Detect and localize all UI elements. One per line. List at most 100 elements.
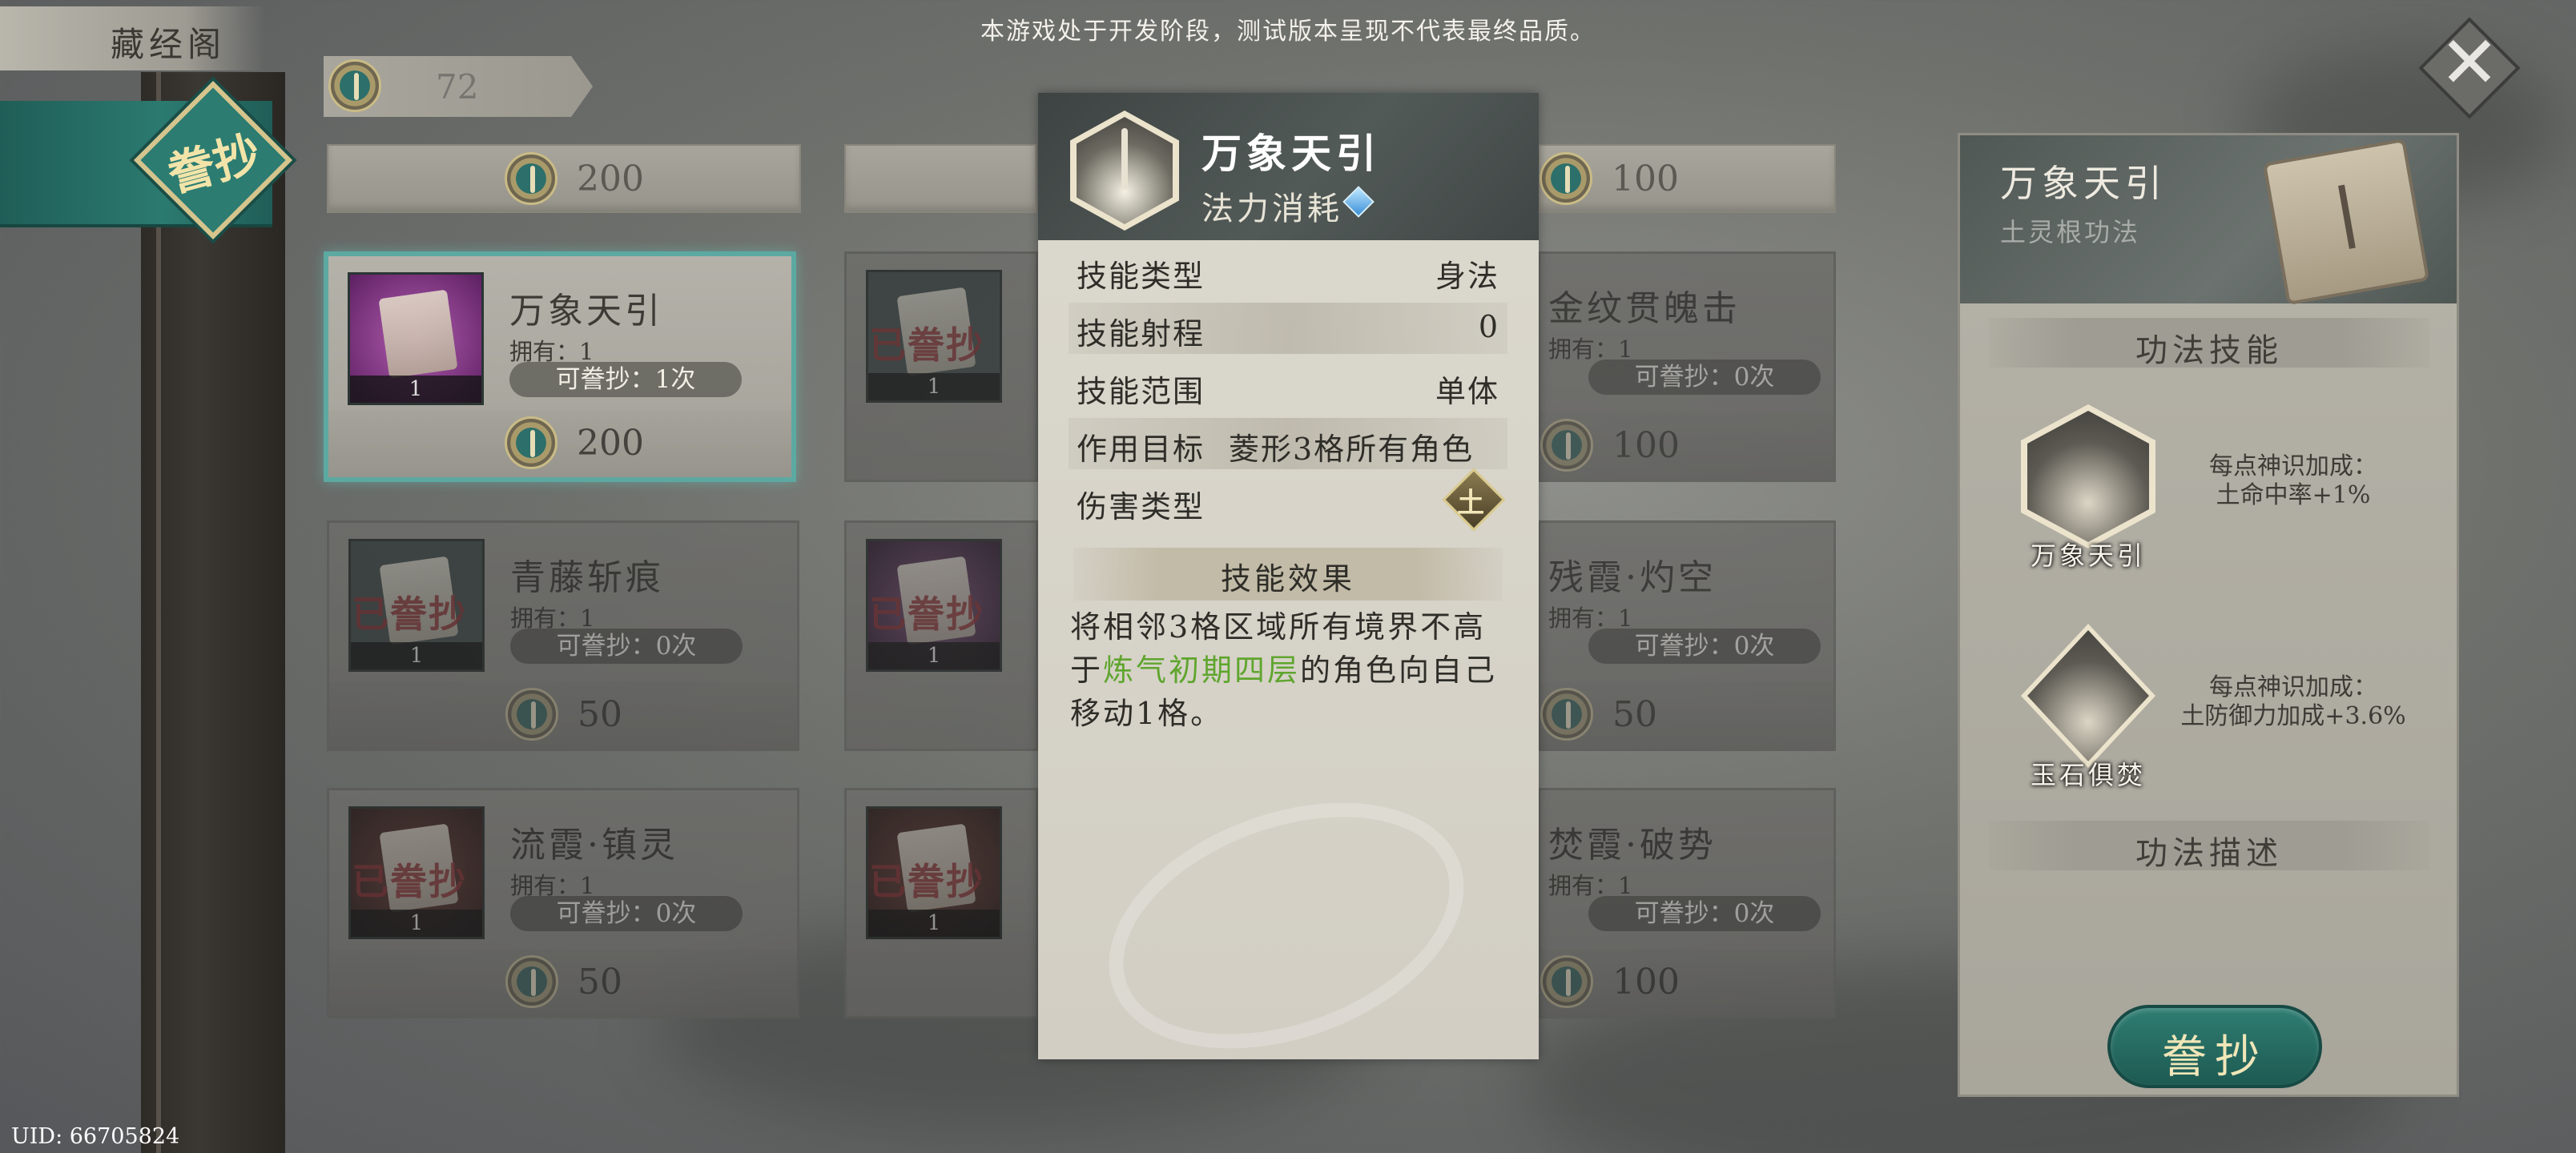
scripture-card[interactable]: 1 已誊抄 青藤斩痕 拥有：1 可誊抄：0次 50 [327, 520, 799, 751]
scripture-card[interactable]: 1 万象天引 拥有：1 可誊抄：1次 200 [324, 251, 796, 482]
scripture-card[interactable]: 焚霞·破势 拥有：1 可誊抄：0次 100 [1538, 788, 1836, 1018]
element-glyph: 土 [1457, 487, 1485, 520]
price-value: 100 [1612, 962, 1680, 1002]
scripture-card[interactable]: 残霞·灼空 拥有：1 可誊抄：0次 50 [1538, 520, 1836, 751]
dragon-watermark [1074, 757, 1499, 1095]
stat-key: 伤害类型 [1077, 489, 1205, 524]
card-copies: 可誊抄：1次 [509, 362, 742, 397]
spirit-coin-icon [505, 688, 558, 741]
currency-display: 72 [324, 56, 593, 117]
card-name: 焚霞·破势 [1548, 825, 1717, 866]
spirit-coin-icon [328, 59, 381, 112]
card-price-bar: 50 [329, 949, 797, 1016]
scripture-card[interactable]: 1 已誊抄 [844, 788, 1038, 1018]
spirit-coin-icon [1540, 688, 1593, 741]
card-price-bar: 50 [329, 681, 797, 749]
card-copies: 可誊抄：0次 [510, 896, 743, 931]
thumb-count: 1 [351, 642, 482, 669]
spirit-coin-icon [1540, 419, 1593, 472]
card-price-bar: 200 [328, 410, 791, 477]
price-bar [844, 144, 1036, 213]
copied-stamp: 已誊抄 [352, 593, 467, 636]
scroll-icon [2262, 138, 2430, 306]
mana-cost-label: 法力消耗 [1201, 191, 1342, 227]
stat-key: 技能类型 [1077, 259, 1205, 294]
price-value: 100 [1612, 425, 1680, 466]
stat-key: 技能射程 [1077, 316, 1205, 352]
copied-stamp: 已誊抄 [869, 593, 984, 636]
scripture-card[interactable]: 金纹贯魄击 拥有：1 可誊抄：0次 100 [1538, 251, 1836, 482]
desc-highlight: 炼气初期四层 [1103, 653, 1301, 688]
page-title: 藏经阁 [111, 25, 227, 64]
copied-stamp: 已誊抄 [869, 323, 984, 367]
skill-name: 万象天引 [2030, 540, 2146, 571]
price-bar: 200 [327, 144, 801, 213]
currency-amount: 72 [436, 67, 479, 106]
technique-panel: 万象天引 土灵根功法 功法技能 万象天引 每点神识加成： 土命中率+1% 玉石俱… [1958, 133, 2459, 1097]
stat-row: 作用目标 菱形3格所有角色 [1069, 418, 1507, 469]
copied-stamp: 已誊抄 [352, 860, 467, 903]
skill-bonus-line: 土命中率+1% [2216, 481, 2371, 509]
skill-bonus: 每点神识加成： 土命中率+1% [2149, 452, 2437, 510]
stat-key: 技能范围 [1077, 374, 1205, 409]
effect-header-label: 技能效果 [1220, 561, 1355, 597]
title-plate: 藏经阁 [0, 6, 264, 70]
card-price-bar: 100 [1540, 412, 1833, 480]
mana-gem-icon [1342, 186, 1375, 218]
thumb-count: 1 [350, 376, 481, 403]
thumb-count: 1 [868, 642, 1000, 669]
skill-name: 玉石俱焚 [2030, 760, 2146, 790]
dev-notice: 本游戏处于开发阶段，测试版本呈现不代表最终品质。 [980, 18, 1596, 46]
left-rail: 藏经阁 誊抄 UID: 66705824 [0, 0, 296, 1153]
pillar-groove [156, 72, 161, 1153]
close-button[interactable]: ✕ [2418, 17, 2521, 119]
stat-value: 单体 [1435, 374, 1499, 409]
skill-bonus-line: 土防御力加成+3.6% [2180, 702, 2406, 730]
technique-title: 万象天引 [2000, 162, 2167, 205]
section-header: 功法技能 [1989, 318, 2429, 369]
technique-subtitle: 土灵根功法 [2000, 217, 2141, 247]
stat-key: 作用目标 [1077, 432, 1205, 467]
price-value: 50 [578, 962, 622, 1002]
thumb-count: 1 [868, 910, 1000, 937]
card-name: 残霞·灼空 [1548, 557, 1717, 598]
stat-row: 技能范围 单体 [1069, 360, 1507, 412]
card-copies: 可誊抄：0次 [510, 629, 743, 664]
scripture-card[interactable]: 1 已誊抄 流霞·镇灵 拥有：1 可誊抄：0次 50 [327, 788, 799, 1018]
tooltip-title: 万象天引 [1201, 130, 1381, 177]
stat-value: 菱形3格所有角色 [1229, 432, 1475, 467]
price-value: 200 [577, 159, 644, 199]
section-title: 功法描述 [2135, 835, 2283, 872]
scripture-card[interactable]: 1 已誊抄 [844, 251, 1038, 482]
copied-stamp: 已誊抄 [869, 860, 984, 903]
vortex-icon [2027, 411, 2149, 542]
stat-row: 伤害类型 土 [1069, 468, 1507, 532]
effect-description: 将相邻3格区域所有境界不高于炼气初期四层的角色向自己移动1格。 [1070, 605, 1511, 735]
card-name: 青藤斩痕 [510, 557, 664, 598]
skill-tooltip: 万象天引 法力消耗 技能类型 身法 技能射程 0 技能范围 单体 作用目标 菱形… [1038, 93, 1539, 1095]
tooltip-header: 万象天引 法力消耗 [1038, 93, 1539, 240]
copy-button[interactable]: 誊抄 [2107, 1005, 2322, 1088]
skill-bonus: 每点神识加成： 土防御力加成+3.6% [2149, 673, 2437, 731]
skill-bonus-line: 每点神识加成： [2209, 673, 2377, 701]
stat-row: 技能类型 身法 [1069, 245, 1507, 296]
uid-label: UID: 66705824 [11, 1124, 180, 1149]
needle-icon [1121, 128, 1128, 189]
skill-bonus-line: 每点神识加成： [2209, 452, 2377, 480]
skill-icon[interactable] [2021, 624, 2155, 768]
thumb-count: 1 [351, 910, 482, 937]
scripture-card[interactable]: 1 已誊抄 [844, 520, 1038, 751]
scroll-icon [378, 289, 458, 379]
spirit-coin-icon [505, 955, 558, 1008]
section-header: 功法描述 [1989, 821, 2429, 872]
earth-element-icon: 土 [1442, 468, 1506, 532]
copy-button-label: 誊抄 [2162, 1031, 2268, 1083]
skill-icon[interactable] [2021, 404, 2155, 548]
stat-value: 身法 [1435, 259, 1499, 294]
spirit-coin-icon [505, 152, 557, 205]
price-value: 100 [1612, 159, 1679, 199]
section-title: 功法技能 [2135, 332, 2283, 369]
card-copies: 可誊抄：0次 [1588, 896, 1821, 931]
card-name: 万象天引 [509, 291, 663, 331]
card-name: 金纹贯魄击 [1548, 288, 1741, 329]
